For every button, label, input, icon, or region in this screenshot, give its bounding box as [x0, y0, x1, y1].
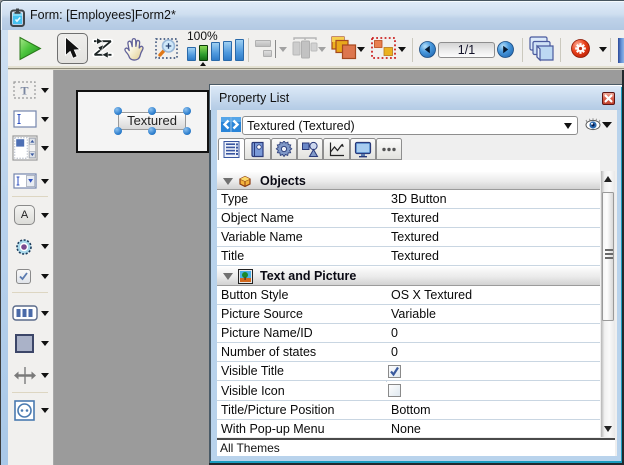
svg-text:T: T	[20, 84, 28, 98]
